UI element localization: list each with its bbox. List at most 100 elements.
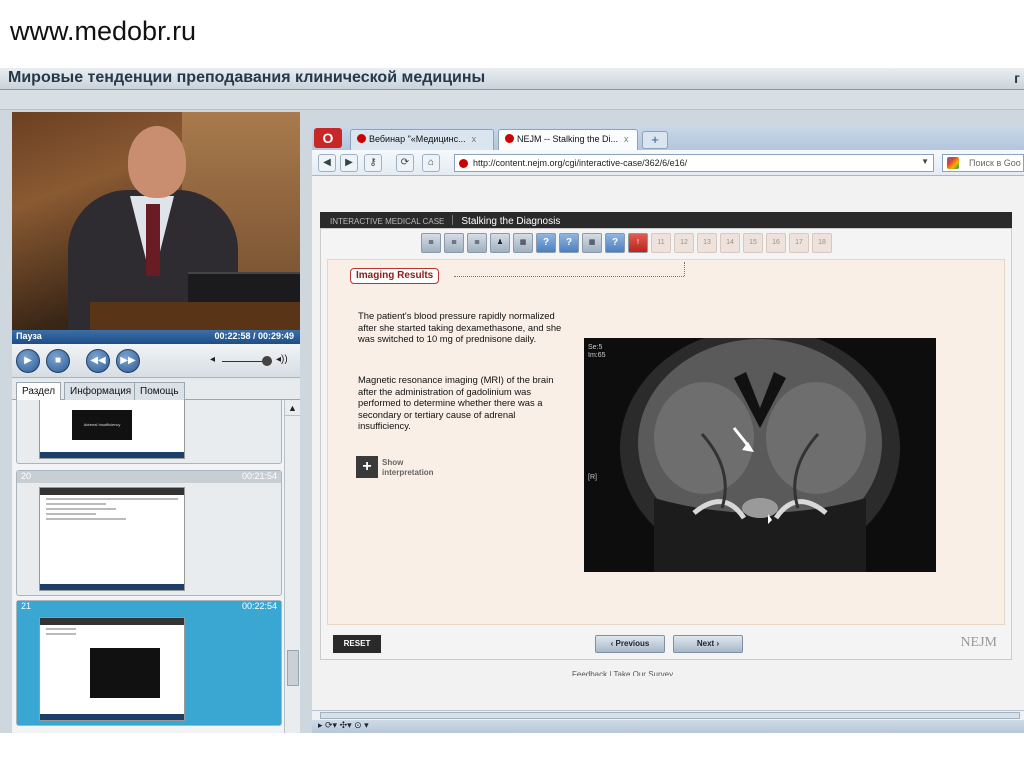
home-icon[interactable]: ⌂ [422, 154, 440, 172]
horizontal-scrollbar[interactable] [312, 710, 1024, 720]
search-input[interactable]: Поиск в Goo [942, 154, 1024, 172]
nav-current-icon[interactable]: ! [628, 233, 648, 253]
chapter-number: 21 [21, 601, 32, 611]
browser-tab-bar: O Вебинар "«Медицинс... x NEJM -- Stalkin… [312, 126, 1024, 150]
key-icon[interactable]: ⚷ [364, 154, 382, 172]
scroll-thumb[interactable] [287, 650, 299, 686]
speaker-tie [146, 204, 160, 276]
nav-doc-icon[interactable]: ≣ [421, 233, 441, 253]
player-time: 00:22:58 / 00:29:49 [214, 331, 294, 341]
favicon-icon [357, 134, 366, 143]
plus-icon: + [356, 456, 378, 478]
next-button[interactable]: Next › [673, 635, 743, 653]
nav-grid-icon[interactable]: ▦ [513, 233, 533, 253]
chapter-thumb[interactable]: Adrenal Insufficiency [16, 400, 282, 464]
mri-image: Se:5 Im:65 [R] [584, 338, 936, 572]
nav-doc-icon[interactable]: ≣ [467, 233, 487, 253]
next-chapter-button[interactable]: ▶▶ [116, 349, 140, 373]
speaker-head [128, 126, 186, 198]
mri-orientation: [R] [588, 474, 597, 481]
close-tab-icon[interactable]: x [472, 134, 477, 144]
nav-question-icon[interactable]: ? [536, 233, 556, 253]
nav-page-16[interactable]: 16 [766, 233, 786, 253]
chapter-thumb-image [39, 617, 185, 721]
thumb-footer [40, 714, 184, 720]
search-engine-icon[interactable] [947, 157, 959, 169]
chapter-number: 20 [21, 471, 32, 481]
thumb-line [46, 513, 96, 515]
webinar-title-right: г [1014, 70, 1020, 86]
scroll-up-icon[interactable]: ▲ [285, 400, 300, 416]
new-tab-button[interactable]: + [642, 131, 668, 149]
nav-person-icon[interactable]: ♟ [490, 233, 510, 253]
nav-question-icon[interactable]: ? [559, 233, 579, 253]
chapter-time: 00:22:54 [241, 601, 277, 611]
feedback-link[interactable]: Feedback | Take Our Survey [572, 670, 673, 676]
browser-tab-label: NEJM -- Stalking the Di... [517, 134, 619, 144]
site-url: www.medobr.ru [10, 16, 197, 46]
opera-menu-button[interactable]: O [314, 128, 342, 148]
browser-tab-nejm[interactable]: NEJM -- Stalking the Di... x [498, 129, 638, 150]
paragraph-2: Magnetic resonance imaging (MRI) of the … [358, 374, 554, 432]
chapter-thumb-header: 20 00:21:54 [17, 471, 281, 483]
chevron-down-icon[interactable]: ▼ [921, 157, 929, 166]
volume-knob[interactable] [262, 356, 272, 366]
tab-info[interactable]: Информация [64, 382, 138, 400]
chapter-thumb[interactable]: 20 00:21:54 [16, 470, 282, 596]
webinar-title: Мировые тенденции преподавания клиническ… [8, 69, 486, 86]
thumb-line [46, 633, 76, 635]
browser-status-bar: ▸ ⟳▾ ✣▾ ⊙ ▾ [312, 720, 1024, 733]
tab-section[interactable]: Раздел [16, 382, 62, 400]
thumb-line [46, 518, 126, 520]
forward-icon[interactable]: ▶ [340, 154, 358, 172]
search-placeholder: Поиск в Goo [969, 158, 1021, 168]
podium [90, 302, 300, 330]
nav-doc-icon[interactable]: ≣ [444, 233, 464, 253]
thumb-header [40, 618, 184, 625]
chapter-list: Adrenal Insufficiency 20 00:21:54 21 00:… [12, 400, 284, 733]
chapter-scrollbar[interactable]: ▲ [284, 400, 300, 733]
address-url: http://content.nejm.org/cgi/interactive-… [473, 158, 688, 168]
paragraph-1: The patient's blood pressure rapidly nor… [358, 310, 562, 345]
address-bar[interactable]: http://content.nejm.org/cgi/interactive-… [454, 154, 934, 172]
reload-icon[interactable]: ⟳ [396, 154, 414, 172]
player-status-bar: Пауза 00:22:58 / 00:29:49 [12, 330, 300, 344]
tab-help[interactable]: Помощь [134, 382, 185, 400]
case-body: ≣ ≣ ≣ ♟ ▦?? ▦?! 11 12 13 14 15 16 17 18 Imaging Resul… [320, 228, 1012, 660]
thumb-line [46, 628, 76, 630]
subheader-strip [0, 90, 1024, 110]
chapter-thumb-selected[interactable]: 21 00:22:54 [16, 600, 282, 726]
video-frame[interactable] [12, 112, 300, 330]
speaker-high-icon: ◂)) [276, 354, 288, 365]
nav-page-18[interactable]: 18 [812, 233, 832, 253]
previous-button[interactable]: ‹ Previous [595, 635, 665, 653]
nav-page-12[interactable]: 12 [674, 233, 694, 253]
nav-page-17[interactable]: 17 [789, 233, 809, 253]
reset-button[interactable]: RESET [333, 635, 381, 653]
nav-page-14[interactable]: 14 [720, 233, 740, 253]
scroll-thumb[interactable] [320, 712, 1020, 719]
webinar-title-bar: Мировые тенденции преподавания клиническ… [0, 68, 1024, 90]
nav-grid-icon[interactable]: ▦ [582, 233, 602, 253]
header-divider [452, 215, 454, 225]
nav-question-icon[interactable]: ? [605, 233, 625, 253]
case-bottom-bar: RESET ‹ Previous Next › NEJM [327, 631, 1005, 655]
nav-page-13[interactable]: 13 [697, 233, 717, 253]
back-icon[interactable]: ◀ [318, 154, 336, 172]
show-label-line1: Show [382, 458, 404, 467]
close-tab-icon[interactable]: x [624, 134, 629, 144]
stop-button[interactable]: ■ [46, 349, 70, 373]
previous-chapter-button[interactable]: ◀◀ [86, 349, 110, 373]
chapter-time: 00:21:54 [241, 471, 277, 481]
chapter-thumb-header: 21 00:22:54 [17, 601, 281, 613]
case-title: Stalking the Diagnosis [461, 216, 561, 227]
nav-page-15[interactable]: 15 [743, 233, 763, 253]
dotted-rule [454, 276, 684, 277]
browser-window: O Вебинар "«Медицинс... x NEJM -- Stalkin… [312, 126, 1024, 733]
site-favicon-icon [459, 159, 468, 168]
player-panel: Пауза 00:22:58 / 00:29:49 ▶ ■ ◀◀ ▶▶ ◂ ◂)… [12, 112, 300, 733]
volume-slider[interactable]: ◂ ◂)) [208, 354, 294, 368]
nav-page-11[interactable]: 11 [651, 233, 671, 253]
browser-tab-webinar[interactable]: Вебинар "«Медицинс... x [350, 129, 494, 150]
play-button[interactable]: ▶ [16, 349, 40, 373]
